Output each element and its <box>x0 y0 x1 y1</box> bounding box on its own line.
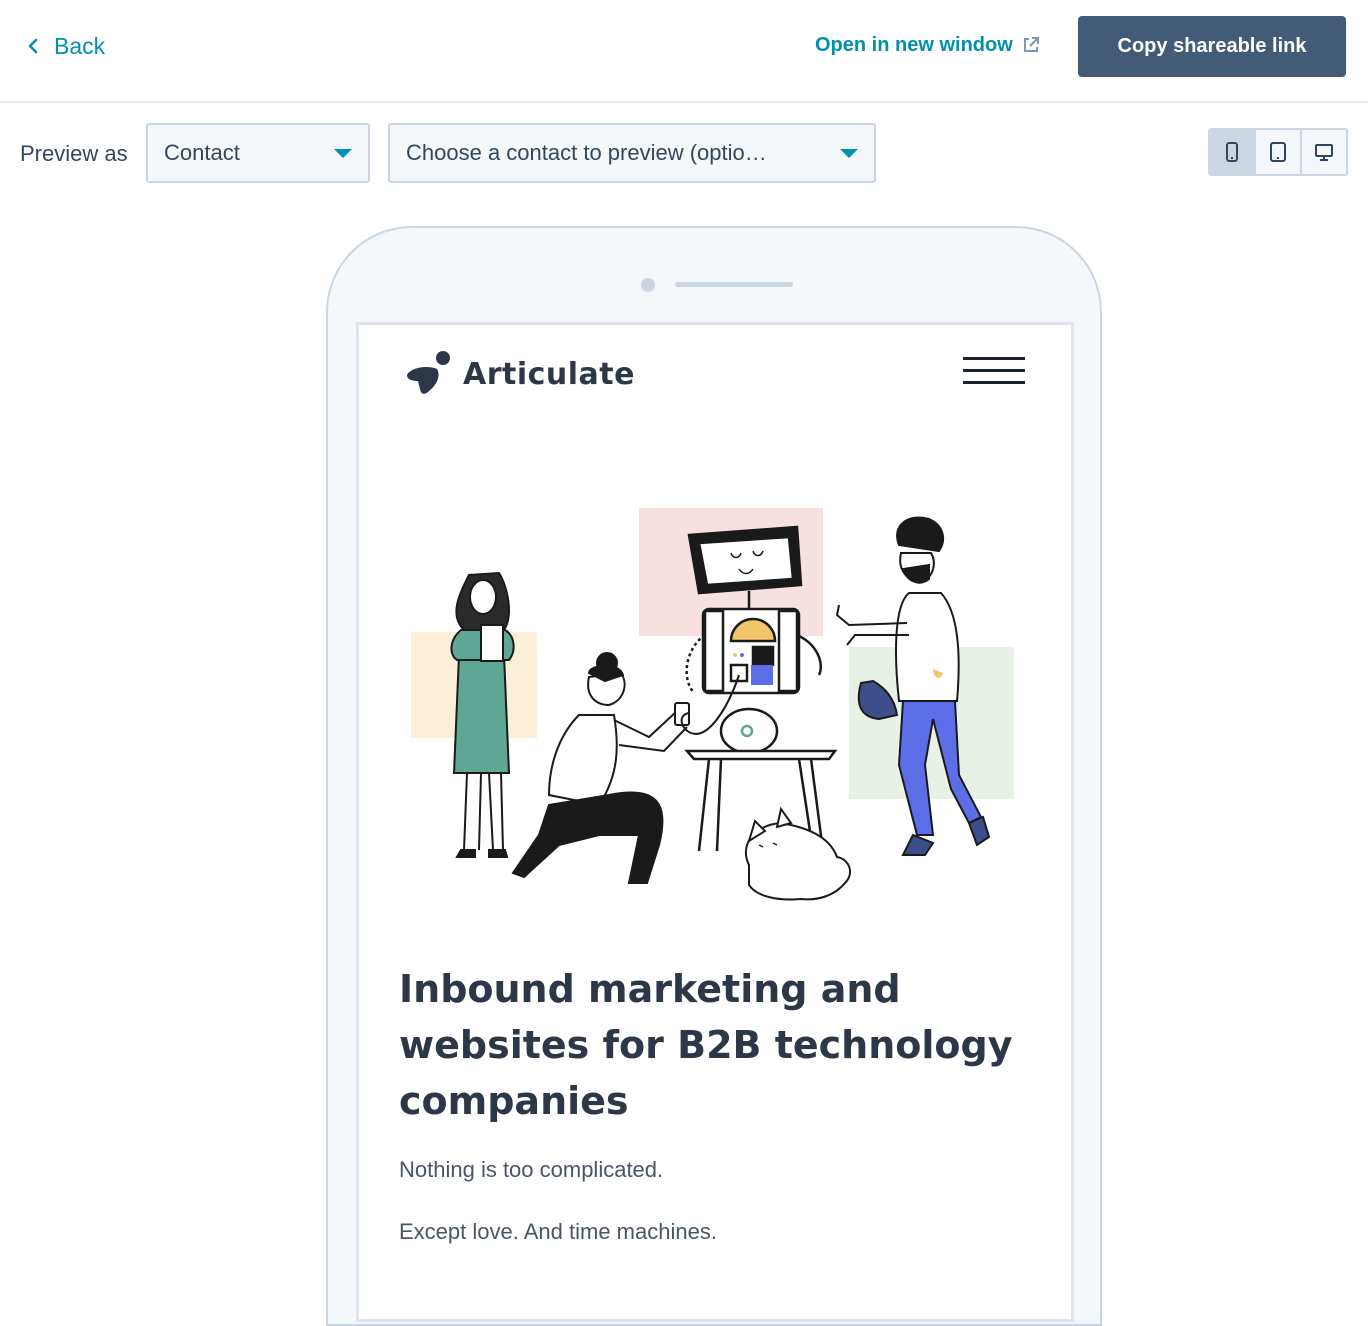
tablet-icon <box>1270 142 1286 162</box>
device-toggle <box>1208 128 1348 176</box>
hero-headline: Inbound marketing and websites for B2B t… <box>399 967 1013 1123</box>
contact-select[interactable]: Choose a contact to preview (optio… <box>388 123 876 183</box>
phone-frame: Articulate Inbound marketing and website… <box>326 226 1102 1326</box>
desktop-view-button[interactable] <box>1302 130 1346 174</box>
phone-speaker <box>675 282 793 287</box>
hero-paragraph-2: Except love. And time machines. <box>399 1219 717 1244</box>
copy-shareable-link-button[interactable]: Copy shareable link <box>1078 16 1346 77</box>
site-header: Articulate <box>359 325 1071 425</box>
preview-as-label: Preview as <box>20 141 128 166</box>
mobile-icon <box>1226 142 1238 162</box>
back-label: Back <box>54 32 106 59</box>
mobile-view-button[interactable] <box>1210 130 1256 174</box>
back-button[interactable]: Back <box>26 30 105 62</box>
brand-name: Articulate <box>463 356 635 392</box>
hamburger-menu-icon[interactable] <box>963 357 1025 387</box>
contact-select-value: Choose a contact to preview (optio… <box>406 140 767 165</box>
hero-paragraph-1: Nothing is too complicated. <box>399 1157 664 1182</box>
preview-screen: Articulate Inbound marketing and website… <box>356 322 1074 1322</box>
hero-illustration <box>411 508 1014 901</box>
preview-type-select[interactable]: Contact <box>146 123 370 183</box>
desktop-icon <box>1315 144 1333 161</box>
open-in-new-window-link[interactable]: Open in new window <box>815 30 1041 60</box>
preview-controls: Preview as Contact Choose a contact to p… <box>0 103 1368 203</box>
articulate-logo-icon <box>407 351 450 394</box>
external-link-icon <box>1023 37 1039 52</box>
phone-camera <box>641 278 655 292</box>
caret-down-icon <box>334 148 352 158</box>
preview-type-value: Contact <box>164 140 240 165</box>
open-new-label: Open in new window <box>815 33 1013 56</box>
chevron-left-icon <box>28 38 38 54</box>
caret-down-icon <box>840 148 858 158</box>
top-bar: Back Open in new window Copy shareable l… <box>0 0 1368 103</box>
site-logo[interactable]: Articulate <box>403 347 635 401</box>
tablet-view-button[interactable] <box>1256 130 1302 174</box>
